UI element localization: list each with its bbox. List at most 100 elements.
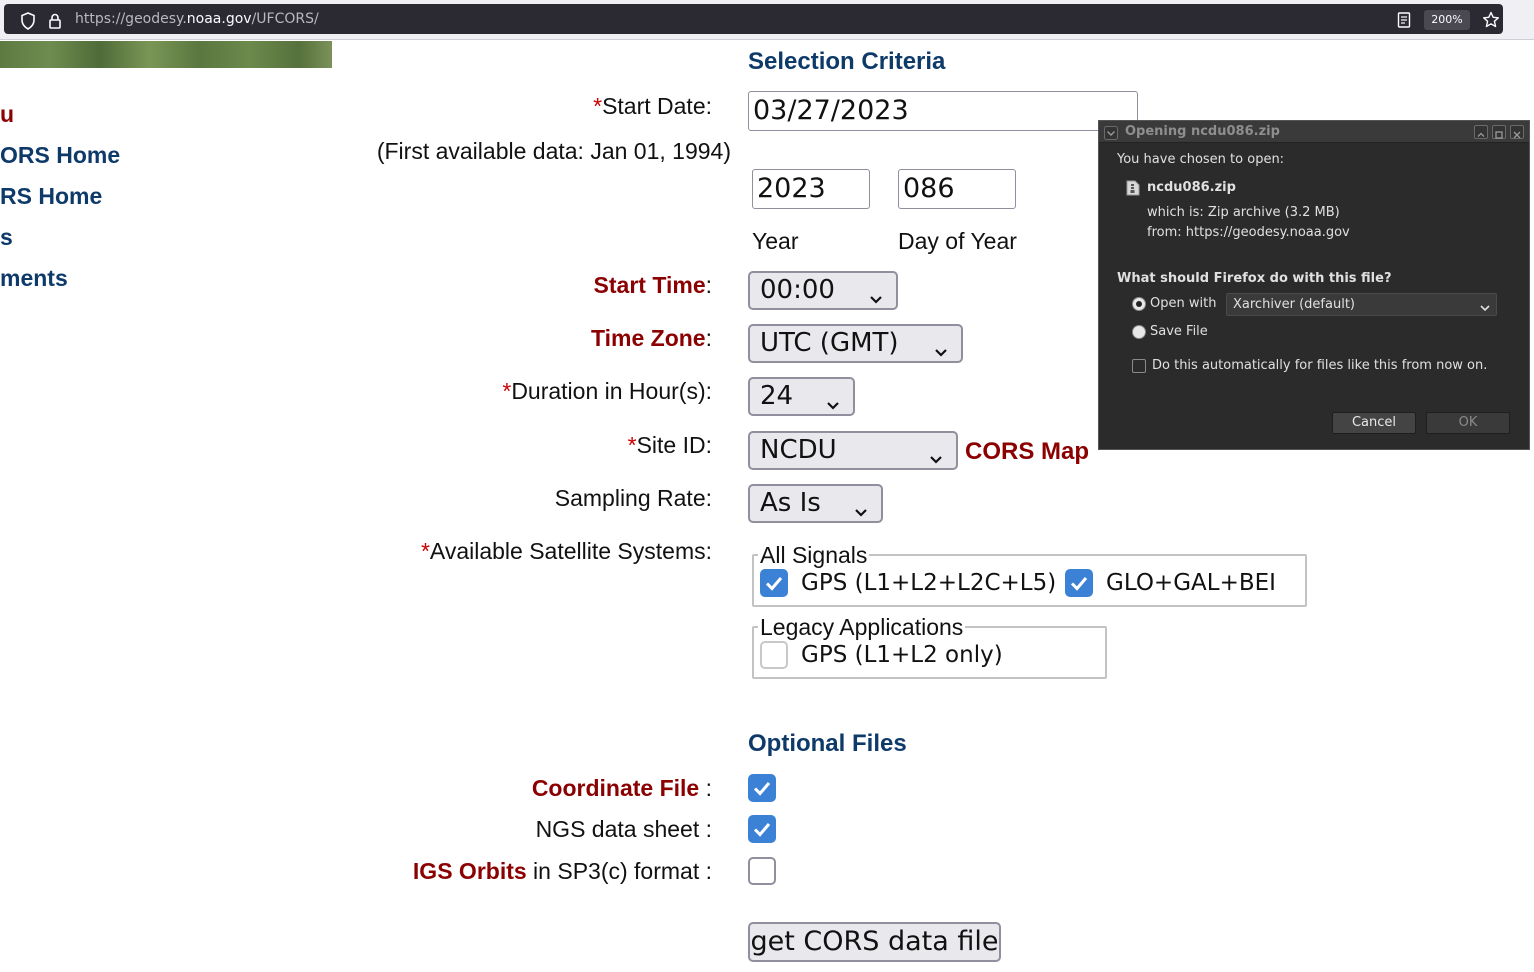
selection-criteria-title: Selection Criteria	[748, 48, 946, 75]
required-marker: *	[502, 378, 512, 404]
chevron-down-icon	[928, 442, 944, 477]
header-photo	[0, 41, 332, 68]
checkmark-icon	[765, 577, 783, 591]
url-host: noaa.gov	[186, 11, 252, 27]
igs-orbits-link[interactable]: IGS Orbits	[413, 858, 527, 884]
bookmark-star-icon[interactable]	[1482, 11, 1500, 33]
save-file-label[interactable]: Save File	[1150, 324, 1208, 340]
colon: :	[705, 272, 712, 298]
first-available-note: (First available data: Jan 01, 1994)	[376, 138, 731, 164]
gps-legacy-label: GPS (L1+L2 only)	[801, 642, 1003, 668]
legacy-legend: Legacy Applications	[758, 614, 966, 640]
sampling-rate-label: Sampling Rate:	[554, 485, 712, 511]
optional-files-title: Optional Files	[748, 730, 907, 757]
reader-view-icon[interactable]	[1397, 12, 1411, 32]
window-menu-icon[interactable]	[1104, 125, 1118, 144]
site-id-value: NCDU	[760, 435, 837, 465]
close-icon[interactable]	[1510, 125, 1524, 139]
open-with-app-select[interactable]: Xarchiver (default)	[1226, 293, 1497, 316]
auto-action-checkbox[interactable]	[1132, 359, 1146, 373]
dialog-title: Opening ncdu086.zip	[1125, 124, 1280, 139]
checkmark-icon	[753, 823, 771, 837]
from-row: from: https://geodesy.noaa.gov	[1147, 225, 1350, 241]
sampling-rate-select[interactable]: As Is	[748, 484, 883, 523]
site-id-select[interactable]: NCDU	[748, 431, 958, 470]
url-prefix: https://geodesy.	[75, 11, 187, 27]
all-signals-legend: All Signals	[758, 542, 870, 568]
satellite-systems-label-text: Available Satellite Systems:	[429, 538, 712, 564]
duration-label: *Duration in Hour(s):	[502, 377, 712, 405]
colon: :	[705, 325, 712, 351]
gps-all-signals-checkbox[interactable]	[760, 569, 788, 597]
auto-action-label[interactable]: Do this automatically for files like thi…	[1152, 358, 1487, 374]
save-file-radio[interactable]	[1132, 325, 1146, 339]
time-zone-label: Time Zone:	[591, 324, 712, 352]
sidebar-item-comments[interactable]: ments	[0, 264, 68, 292]
url-text[interactable]: https://geodesy.noaa.gov/UFCORS/	[75, 11, 319, 27]
maximize-icon[interactable]	[1492, 125, 1506, 139]
get-cors-data-button[interactable]: get CORS data file	[748, 922, 1001, 962]
start-time-select[interactable]: 00:00	[748, 271, 898, 310]
coordinate-file-suffix: :	[699, 775, 712, 801]
coordinate-file-checkbox[interactable]	[748, 774, 776, 802]
year-input[interactable]: 2023	[752, 169, 870, 209]
start-date-label: *Start Date:	[593, 92, 712, 120]
sidebar-item-cors-home[interactable]: ORS Home	[0, 141, 120, 169]
which-is-label: which is:	[1147, 205, 1204, 220]
gps-legacy-checkbox[interactable]	[760, 641, 788, 669]
time-zone-value: UTC (GMT)	[760, 328, 899, 358]
chevron-down-icon	[825, 388, 841, 423]
chevron-down-icon	[868, 282, 884, 317]
dialog-titlebar[interactable]: Opening ncdu086.zip	[1099, 121, 1529, 143]
ngs-data-sheet-checkbox[interactable]	[748, 815, 776, 843]
chosen-to-open-text: You have chosen to open:	[1117, 152, 1285, 167]
cors-map-link[interactable]: CORS Map	[965, 438, 1089, 466]
igs-orbits-label: IGS Orbits in SP3(c) format :	[413, 857, 712, 885]
open-with-label[interactable]: Open with	[1150, 296, 1216, 312]
cancel-button[interactable]: Cancel	[1332, 412, 1416, 434]
zoom-level-badge[interactable]: 200%	[1424, 10, 1470, 30]
open-with-radio[interactable]	[1132, 297, 1146, 311]
coordinate-file-link[interactable]: Coordinate File	[532, 775, 699, 801]
duration-value: 24	[760, 381, 794, 411]
open-with-app-value: Xarchiver (default)	[1233, 297, 1355, 312]
which-is-value: Zip archive (3.2 MB)	[1207, 205, 1340, 220]
checkmark-icon	[1070, 577, 1088, 591]
dialog-question: What should Firefox do with this file?	[1117, 271, 1392, 286]
chevron-down-icon	[933, 335, 949, 370]
site-id-label: *Site ID:	[628, 431, 712, 459]
day-of-year-input[interactable]: 086	[898, 169, 1016, 209]
year-label: Year	[752, 228, 799, 254]
chevron-down-icon	[1479, 299, 1491, 318]
duration-select[interactable]: 24	[748, 377, 855, 416]
start-time-label: Start Time:	[594, 271, 712, 299]
igs-orbits-checkbox[interactable]	[748, 857, 776, 885]
ok-button[interactable]: OK	[1426, 412, 1510, 434]
which-is-row: which is: Zip archive (3.2 MB)	[1147, 205, 1340, 221]
required-marker: *	[593, 93, 603, 119]
sidebar-item-menu[interactable]: u	[0, 100, 14, 128]
igs-orbits-suffix: in SP3(c) format :	[526, 858, 712, 884]
time-zone-select[interactable]: UTC (GMT)	[748, 324, 963, 363]
minimize-icon[interactable]	[1474, 125, 1488, 139]
glo-gal-bei-label: GLO+GAL+BEI	[1106, 570, 1276, 596]
ngs-data-sheet-label: NGS data sheet :	[535, 816, 712, 842]
sidebar-item-s[interactable]: s	[0, 223, 13, 251]
sidebar-item-rs-home[interactable]: RS Home	[0, 182, 102, 210]
url-field[interactable]: https://geodesy.noaa.gov/UFCORS/ 200%	[4, 4, 1503, 34]
duration-label-text: Duration in Hour(s):	[511, 378, 712, 404]
download-dialog: Opening ncdu086.zip You have chosen to o…	[1098, 120, 1530, 450]
zip-file-icon	[1126, 180, 1140, 200]
dialog-filename: ncdu086.zip	[1147, 180, 1236, 195]
lock-icon[interactable]	[48, 12, 62, 34]
required-marker: *	[420, 538, 430, 564]
shield-icon[interactable]	[20, 12, 36, 34]
from-value: https://geodesy.noaa.gov	[1185, 225, 1350, 240]
coordinate-file-label: Coordinate File :	[532, 774, 712, 802]
time-zone-link[interactable]: Time Zone	[591, 325, 706, 351]
start-date-input[interactable]: 03/27/2023	[748, 91, 1138, 131]
glo-gal-bei-checkbox[interactable]	[1065, 569, 1093, 597]
sampling-rate-value: As Is	[760, 488, 821, 518]
start-time-link[interactable]: Start Time	[594, 272, 706, 298]
chevron-down-icon	[853, 495, 869, 530]
